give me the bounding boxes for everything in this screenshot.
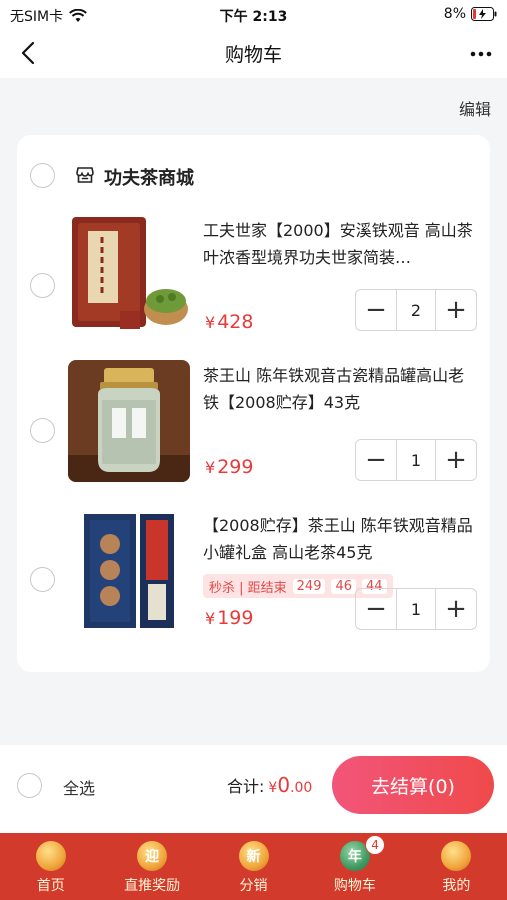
nav-bar: 购物车 xyxy=(0,28,507,78)
currency-symbol: ¥ xyxy=(205,313,215,332)
product-image[interactable] xyxy=(68,510,190,632)
distribution-tab-icon: 新 xyxy=(239,841,269,871)
price-value: 428 xyxy=(217,311,253,333)
currency-symbol: ¥ xyxy=(205,458,215,477)
cart-item: 工夫世家【2000】安溪铁观音 高山茶叶浓香型境界功夫世家简装… ¥428 − … xyxy=(17,215,490,365)
product-title[interactable]: 【2008贮存】茶王山 陈年铁观音精品小罐礼盒 高山老茶45克 xyxy=(203,512,479,566)
quantity-stepper: − 1 + xyxy=(355,588,477,630)
decrease-button[interactable]: − xyxy=(356,589,396,629)
checkout-bar: 全选 合计: ¥0.00 去结算(0) xyxy=(0,745,507,833)
item-select-radio[interactable] xyxy=(30,418,55,443)
decrease-button[interactable]: − xyxy=(356,440,396,480)
shop-select-radio[interactable] xyxy=(30,163,55,188)
product-title[interactable]: 茶王山 陈年铁观音古瓷精品罐高山老铁【2008贮存】43克 xyxy=(203,362,479,416)
battery-text: 8% xyxy=(444,6,466,22)
price-value: 199 xyxy=(217,607,253,629)
tab-bar: 首页 迎 直推奖励 新 分销 年 4 购物车 我的 xyxy=(0,833,507,900)
status-bar: 无SIM卡 下午 2:13 8% xyxy=(0,0,507,28)
tab-cart[interactable]: 年 4 购物车 xyxy=(304,833,405,900)
cart-count-badge: 4 xyxy=(365,835,385,855)
shop-name: 功夫茶商城 xyxy=(104,164,194,190)
cart-item: 【2008贮存】茶王山 陈年铁观音精品小罐礼盒 高山老茶45克 秒杀 | 距结束… xyxy=(17,510,490,660)
battery-charging-icon xyxy=(471,7,497,21)
total-amount: ¥0.00 xyxy=(268,773,312,797)
total-label: 合计: xyxy=(227,773,264,797)
product-price: ¥428 xyxy=(205,311,253,333)
store-icon xyxy=(75,165,95,185)
select-all-label[interactable]: 全选 xyxy=(63,775,95,799)
tab-direct-rewards[interactable]: 迎 直推奖励 xyxy=(101,833,202,900)
price-value: 299 xyxy=(217,456,253,478)
tab-profile[interactable]: 我的 xyxy=(406,833,507,900)
decrease-button[interactable]: − xyxy=(356,290,396,330)
home-tab-icon xyxy=(36,841,66,871)
quantity-input[interactable]: 1 xyxy=(396,440,436,480)
tab-label: 购物车 xyxy=(334,875,376,895)
tab-distribution[interactable]: 新 分销 xyxy=(203,833,304,900)
item-select-radio[interactable] xyxy=(30,567,55,592)
product-price: ¥299 xyxy=(205,456,253,478)
quantity-stepper: − 2 + xyxy=(355,289,477,331)
quantity-input[interactable]: 1 xyxy=(396,589,436,629)
shop-card: 功夫茶商城 工夫世家【2000】安溪铁观音 高山茶叶浓香型境界功夫世家简装… ¥… xyxy=(17,135,490,672)
checkout-button[interactable]: 去结算(0) xyxy=(332,756,494,814)
tab-label: 首页 xyxy=(37,875,65,895)
more-horizontal-icon[interactable] xyxy=(469,42,493,66)
countdown-minutes: 46 xyxy=(331,579,356,594)
quantity-input[interactable]: 2 xyxy=(396,290,436,330)
page-title: 购物车 xyxy=(0,40,507,67)
product-image[interactable] xyxy=(68,360,190,482)
select-all-radio[interactable] xyxy=(17,773,42,798)
product-image[interactable] xyxy=(68,215,190,337)
tab-label: 我的 xyxy=(442,875,470,895)
total-dec: .00 xyxy=(290,780,312,796)
edit-button[interactable]: 编辑 xyxy=(459,96,491,120)
tab-home[interactable]: 首页 xyxy=(0,833,101,900)
increase-button[interactable]: + xyxy=(436,290,476,330)
cart-item: 茶王山 陈年铁观音古瓷精品罐高山老铁【2008贮存】43克 ¥299 − 1 + xyxy=(17,360,490,510)
tab-label: 直推奖励 xyxy=(124,875,180,895)
shop-header: 功夫茶商城 xyxy=(17,135,490,205)
currency-symbol: ¥ xyxy=(205,609,215,628)
increase-button[interactable]: + xyxy=(436,589,476,629)
profile-tab-icon xyxy=(441,841,471,871)
increase-button[interactable]: + xyxy=(436,440,476,480)
total-int: 0 xyxy=(277,773,290,797)
flash-sale-label: 秒杀 | 距结束 xyxy=(209,577,287,596)
status-right: 8% xyxy=(444,6,497,22)
product-price: ¥199 xyxy=(205,607,253,629)
total-summary: 合计: ¥0.00 xyxy=(227,773,312,797)
item-select-radio[interactable] xyxy=(30,273,55,298)
quantity-stepper: − 1 + xyxy=(355,439,477,481)
total-currency: ¥ xyxy=(268,780,277,796)
product-title[interactable]: 工夫世家【2000】安溪铁观音 高山茶叶浓香型境界功夫世家简装… xyxy=(203,217,479,271)
countdown-hours: 249 xyxy=(293,579,326,594)
status-time: 下午 2:13 xyxy=(0,6,507,26)
rewards-tab-icon: 迎 xyxy=(137,841,167,871)
tab-label: 分销 xyxy=(240,875,268,895)
